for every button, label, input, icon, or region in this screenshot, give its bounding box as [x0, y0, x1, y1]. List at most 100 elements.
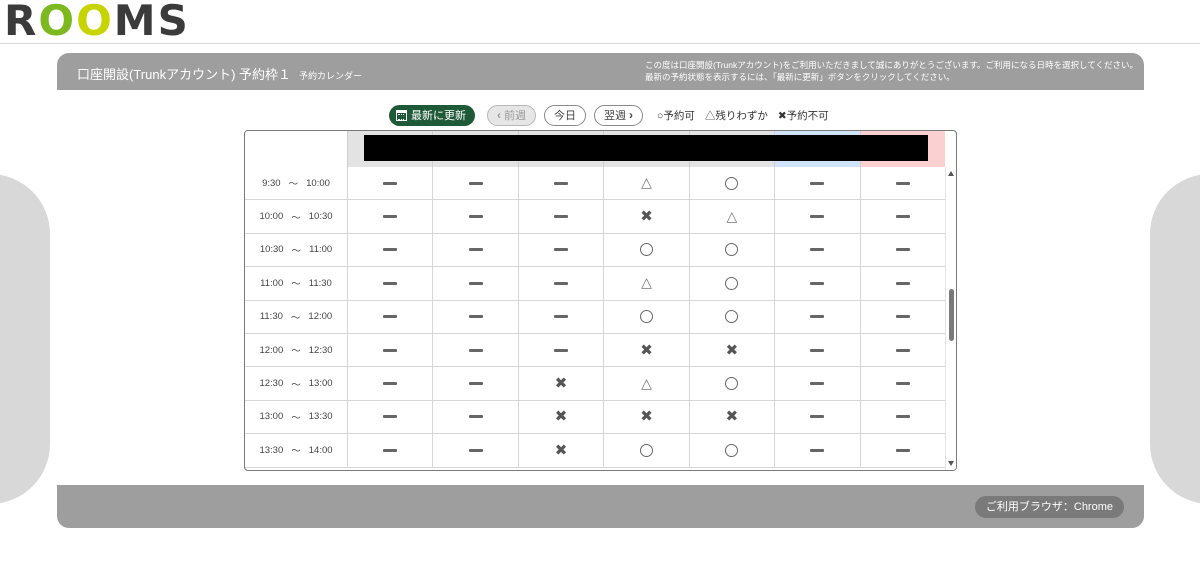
- dash-icon: [554, 348, 569, 352]
- dash-icon: [383, 281, 398, 285]
- slot-cell: ✖: [603, 200, 688, 233]
- slot-cell: [774, 400, 859, 434]
- availability-legend: ○予約可 △残りわずか ✖予約不可: [657, 108, 829, 123]
- slot-cell[interactable]: △: [603, 167, 688, 200]
- dash-icon: [895, 248, 910, 252]
- time-start: 12:00: [259, 344, 284, 356]
- dash-icon: [895, 382, 910, 386]
- header-time-cell: [245, 131, 347, 167]
- slot-cell: ✖: [603, 400, 688, 434]
- time-sep: ～: [291, 245, 302, 257]
- slot-cell: ✖: [688, 333, 774, 367]
- time-start: 10:30: [259, 244, 284, 256]
- scroll-up-arrow-icon[interactable]: [948, 171, 954, 176]
- slot-cell[interactable]: [688, 167, 774, 200]
- dash-icon: [383, 248, 398, 252]
- time-start: 9:30: [262, 177, 281, 189]
- top-bar: R O O MS: [0, 0, 1200, 44]
- slot-cell: [517, 267, 603, 300]
- chevron-right-icon: ›: [629, 108, 633, 122]
- next-week-label: 翌週: [604, 110, 626, 122]
- slot-cell: [859, 267, 945, 300]
- dash-icon: [468, 382, 483, 386]
- available-circle-icon: [639, 310, 653, 324]
- dash-icon: [895, 181, 910, 185]
- table-row: 12:30 ～ 13:00 ✖ △: [245, 367, 945, 401]
- table-row: 10:30 ～ 11:00: [245, 233, 945, 268]
- dash-icon: [895, 215, 910, 219]
- slot-cell: ✖: [517, 367, 603, 400]
- available-circle-icon: [725, 377, 739, 391]
- slot-cell[interactable]: [688, 300, 774, 333]
- slot-cell[interactable]: △: [603, 367, 688, 400]
- today-button[interactable]: 今日: [544, 104, 586, 126]
- slot-cell[interactable]: [603, 434, 688, 467]
- slot-cell: ✖: [688, 400, 774, 434]
- time-end: 10:00: [306, 177, 330, 189]
- time-sep: ～: [291, 379, 301, 391]
- slot-cell[interactable]: [688, 434, 774, 467]
- slot-cell: [517, 200, 603, 233]
- unavailable-cross-icon: ✖: [640, 407, 653, 426]
- calendar-icon: [396, 109, 407, 121]
- slot-cell[interactable]: [603, 300, 688, 333]
- time-start: 13:30: [259, 444, 284, 456]
- time-sep: ～: [291, 346, 301, 358]
- slot-cell: [517, 333, 603, 367]
- slot-cell[interactable]: [688, 233, 774, 267]
- dash-icon: [383, 415, 398, 419]
- unavailable-cross-icon: ✖: [640, 207, 653, 226]
- time-sep: ～: [288, 179, 299, 191]
- dash-icon: [383, 448, 398, 452]
- slot-cell: [432, 233, 517, 267]
- slot-cell[interactable]: [603, 233, 688, 267]
- dash-icon: [468, 248, 483, 252]
- slot-cell: [774, 300, 859, 333]
- table-body: 9:30 ～ 10:00 △ 10:00 ～ 10:30 ✖ △ 10:30 ～ 11:00 11:00…: [245, 167, 945, 468]
- dash-icon: [383, 215, 398, 219]
- unavailable-cross-icon: ✖: [554, 374, 568, 393]
- legend-unavailable: ✖予約不可: [777, 109, 829, 122]
- time-slot-label: 10:00 ～ 10:30: [245, 200, 347, 232]
- refresh-button[interactable]: 最新に更新: [389, 104, 475, 126]
- unavailable-cross-icon: ✖: [725, 407, 739, 426]
- dash-icon: [468, 448, 483, 452]
- time-sep: ～: [290, 312, 301, 324]
- next-week-button[interactable]: 翌週 ›: [594, 104, 643, 126]
- slot-cell: [432, 400, 517, 434]
- slot-cell: [774, 367, 859, 400]
- available-circle-icon: [725, 176, 739, 190]
- slot-cell: [859, 200, 945, 233]
- rooms-logo[interactable]: R O O MS: [4, 0, 190, 42]
- slot-cell[interactable]: [688, 267, 774, 300]
- time-end: 11:00: [309, 244, 333, 256]
- page-subtitle: 予約カレンダー: [299, 71, 363, 81]
- dash-icon: [895, 281, 910, 285]
- dash-icon: [554, 315, 569, 319]
- dash-icon: [810, 281, 825, 285]
- logo-letter: O: [76, 0, 114, 45]
- slot-cell[interactable]: △: [603, 267, 688, 300]
- table-scrollbar[interactable]: [945, 167, 956, 470]
- legend-available: ○予約可: [657, 109, 695, 122]
- dash-icon: [468, 315, 483, 319]
- dash-icon: [895, 315, 910, 319]
- unavailable-cross-icon: ✖: [554, 440, 568, 459]
- dash-icon: [810, 448, 825, 452]
- slot-cell: [774, 267, 859, 300]
- slot-cell[interactable]: [688, 367, 774, 400]
- slot-cell: [774, 333, 859, 367]
- table-row: 10:00 ～ 10:30 ✖ △: [245, 200, 945, 234]
- slot-cell: [432, 200, 517, 233]
- dash-icon: [468, 281, 483, 285]
- slot-cell[interactable]: △: [688, 200, 774, 233]
- slot-cell: [432, 300, 517, 333]
- time-slot-label: 12:00 ～ 12:30: [245, 334, 347, 366]
- time-slot-label: 13:00 ～ 13:30: [245, 401, 347, 433]
- dash-icon: [383, 315, 398, 319]
- scrollbar-thumb[interactable]: [949, 289, 954, 341]
- redacted-date-header: [364, 135, 928, 161]
- scroll-down-arrow-icon[interactable]: [948, 461, 954, 466]
- prev-week-button[interactable]: ‹ 前週: [487, 104, 536, 126]
- table-row: 11:30 ～ 12:00: [245, 300, 945, 334]
